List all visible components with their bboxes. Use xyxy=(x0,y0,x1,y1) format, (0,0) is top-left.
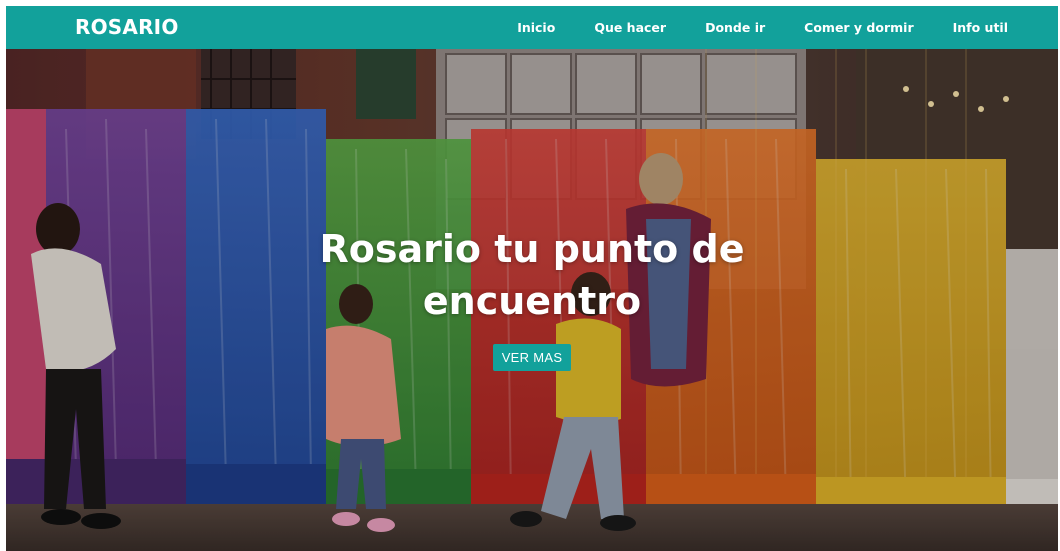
ver-mas-button[interactable]: VER MAS xyxy=(492,344,572,371)
nav-link-info-util[interactable]: Info util xyxy=(933,6,1008,49)
hero-section: Rosario tu punto de encuentro VER MAS xyxy=(6,49,1058,551)
top-navbar: ROSARIO Inicio Que hacer Donde ir Comer … xyxy=(6,6,1058,49)
nav-link-que-hacer[interactable]: Que hacer xyxy=(575,6,686,49)
hero-content: Rosario tu punto de encuentro VER MAS xyxy=(6,223,1058,371)
nav-item-comer-y-dormir: Comer y dormir xyxy=(785,6,933,49)
nav-link-inicio[interactable]: Inicio xyxy=(498,6,575,49)
nav-link-donde-ir[interactable]: Donde ir xyxy=(686,6,785,49)
brand-logo[interactable]: ROSARIO xyxy=(75,15,179,39)
nav-item-que-hacer: Que hacer xyxy=(575,6,686,49)
nav-link-comer-y-dormir[interactable]: Comer y dormir xyxy=(785,6,933,49)
nav-item-donde-ir: Donde ir xyxy=(686,6,785,49)
nav-item-info-util: Info util xyxy=(933,6,1008,49)
page: ROSARIO Inicio Que hacer Donde ir Comer … xyxy=(6,6,1058,551)
main-nav: Inicio Que hacer Donde ir Comer y dormir… xyxy=(498,6,1008,49)
nav-item-inicio: Inicio xyxy=(498,6,575,49)
hero-title: Rosario tu punto de encuentro xyxy=(319,227,745,323)
